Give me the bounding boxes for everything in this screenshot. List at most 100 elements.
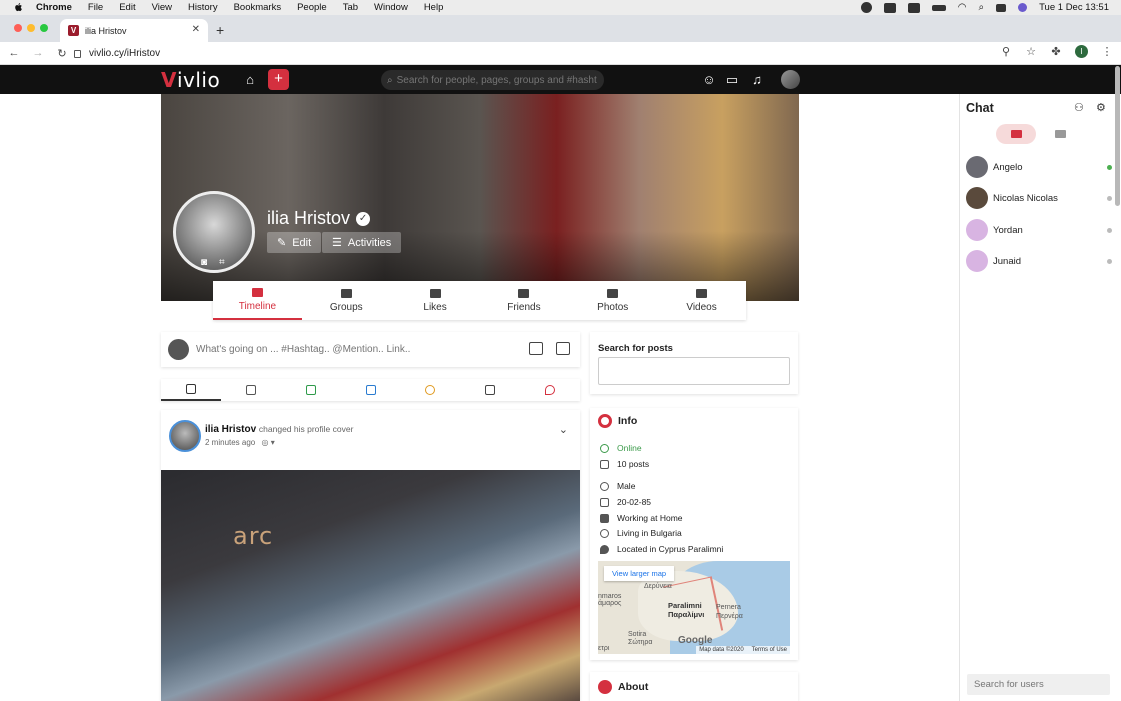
menu-tab[interactable]: Tab [343,2,358,13]
tab-users[interactable] [996,124,1036,144]
photo-sign-text: arc [233,522,274,550]
map-terms-link[interactable]: Terms of Use [752,647,787,653]
post-author-avatar[interactable] [169,420,201,452]
map-label-sotira: Sotira Σώτηρα [628,631,653,646]
chat-contact[interactable]: Angelo [966,155,1112,179]
browser-profile-avatar[interactable]: I [1075,45,1088,58]
menu-view[interactable]: View [152,2,172,13]
post-type-bar [161,379,580,401]
notifications-icon[interactable]: ♫ [749,72,765,88]
camera-icon[interactable] [529,342,543,355]
tab-friends[interactable]: Friends [479,281,568,320]
list-icon[interactable] [221,379,281,401]
extensions-icon[interactable]: ✤ [1050,46,1062,58]
tab-likes[interactable]: Likes [391,281,480,320]
text-icon[interactable] [161,379,221,401]
search-posts-input[interactable] [598,357,790,385]
file-icon[interactable] [460,379,520,401]
menu-window[interactable]: Window [374,2,408,13]
site-search-input[interactable] [396,74,597,86]
chat-search-input[interactable] [967,674,1110,695]
battery-icon[interactable] [931,4,946,11]
control-center-icon[interactable] [996,3,1007,12]
tab-groups[interactable] [1040,124,1080,144]
zoom-window-button[interactable] [40,24,48,32]
menu-app-chrome[interactable]: Chrome [36,2,72,13]
add-user-icon[interactable]: ⚇ [1074,103,1086,114]
viber-icon[interactable] [860,2,872,13]
address-bar[interactable]: vivlio.cy/iHristov [70,44,1060,63]
browser-menu-icon[interactable]: ⋮ [1101,46,1113,58]
menu-people[interactable]: People [297,2,327,13]
globe-icon [600,528,609,538]
menu-file[interactable]: File [88,2,103,13]
site-search-bar[interactable]: ⌕ [381,70,604,90]
edit-profile-button[interactable]: ✎ Edit [267,232,322,253]
location-icon[interactable] [520,379,580,401]
bookmark-star-icon[interactable]: ☆ [1025,46,1037,58]
chat-contact[interactable]: Yordan [966,218,1112,242]
gear-icon[interactable]: ⚙ [1096,103,1108,114]
back-icon[interactable]: ← [8,47,20,59]
menu-help[interactable]: Help [424,2,444,13]
menubar-clock[interactable]: Tue 1 Dec 13:51 [1039,2,1109,13]
contact-avatar [966,156,988,178]
activity-icon[interactable] [400,379,460,401]
wifi-icon[interactable]: ◠ [958,2,967,13]
profile-name: ilia Hristov ✓ [267,208,371,229]
activities-button[interactable]: ☰ Activities [322,232,402,253]
browser-tab[interactable]: V ilia Hristov ✕ [60,19,208,42]
profile-icon[interactable]: ☺ [701,72,717,88]
tab-videos[interactable]: Videos [657,281,746,320]
tab-timeline[interactable]: Timeline [213,281,302,320]
menu-history[interactable]: History [188,2,218,13]
reload-icon[interactable]: ↻ [56,47,68,60]
new-tab-icon[interactable]: + [216,22,224,38]
cover-photo[interactable] [161,94,799,301]
image-icon[interactable] [281,379,341,401]
messages-icon[interactable]: ▭ [724,72,740,88]
location-map[interactable]: Δερύνεια nmaros άμαρος Paralimni Παραλίμ… [598,561,790,654]
chat-contact[interactable]: Junaid [966,249,1112,273]
minimize-window-button[interactable] [27,24,35,32]
url-text[interactable]: vivlio.cy/iHristov [89,48,160,59]
friends-icon [518,288,530,298]
camera-icon[interactable]: ◙ [201,258,212,268]
create-post-button[interactable]: + [268,69,289,90]
globe-icon[interactable]: ◎ ▾ [262,438,275,447]
tab-close-icon[interactable]: ✕ [192,24,200,35]
font-icon[interactable] [907,2,920,13]
post-input[interactable] [196,344,516,355]
spotlight-icon[interactable]: ⌕ [979,2,985,13]
contact-name: Yordan [993,224,1023,236]
crop-icon[interactable]: ⌗ [219,258,230,268]
post-photo[interactable]: arc [161,470,580,701]
view-larger-map-link[interactable]: View larger map [604,566,675,581]
post-author-name[interactable]: ilia Hristov [205,424,256,435]
tab-groups[interactable]: Groups [302,281,391,320]
tab-photos[interactable]: Photos [568,281,657,320]
chat-contact[interactable]: Nicolas Nicolas [966,186,1112,210]
post-header: ilia Hristov changed his profile cover [205,424,353,435]
user-avatar[interactable] [781,70,800,89]
screen-icon[interactable] [883,2,896,13]
site-logo[interactable]: Vivlio [161,68,220,92]
chevron-down-icon[interactable]: ⌄ [559,423,568,436]
menu-edit[interactable]: Edit [119,2,135,13]
profile-picture[interactable] [173,191,255,273]
siri-icon[interactable] [1018,3,1028,12]
close-window-button[interactable] [14,24,22,32]
lock-icon[interactable] [74,49,81,58]
video-icon[interactable] [341,379,401,401]
location-pin-icon[interactable]: ⚲ [1000,46,1012,58]
timeline-icon [251,287,263,297]
home-icon[interactable]: ⌂ [242,72,258,88]
offline-status-icon [1107,228,1112,233]
apple-icon[interactable] [13,2,24,13]
google-logo: Google [678,635,713,646]
page-scrollbar[interactable] [1115,66,1120,206]
forward-icon[interactable]: → [32,47,44,59]
post-time[interactable]: 2 minutes ago [205,438,255,447]
feeling-icon[interactable] [556,342,570,355]
menu-bookmarks[interactable]: Bookmarks [234,2,282,13]
